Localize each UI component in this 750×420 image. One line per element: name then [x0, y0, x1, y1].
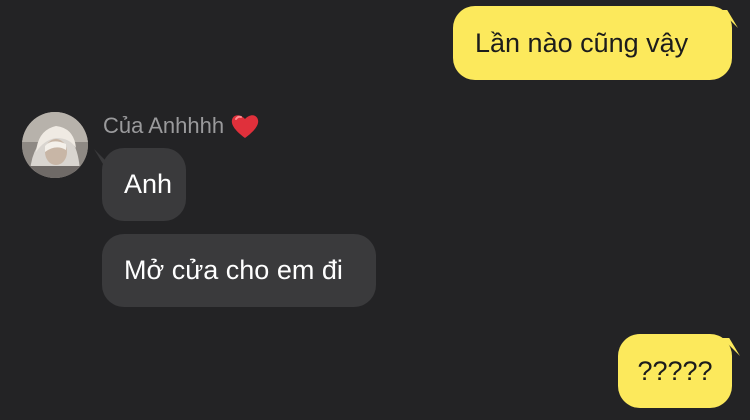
- message-text: Lần nào cũng vậy: [475, 27, 689, 58]
- sender-name: Của Anhhhh: [103, 113, 225, 138]
- message-text: Mở cửa cho em đi: [124, 255, 343, 285]
- sender-header: Của Anhhhh: [103, 113, 260, 139]
- outgoing-message-bubble[interactable]: ?????: [618, 334, 732, 408]
- message-text: ?????: [637, 355, 713, 386]
- red-heart-icon: [230, 112, 260, 140]
- message-text: Anh: [124, 169, 173, 199]
- incoming-message-bubble[interactable]: Anh: [102, 148, 186, 221]
- outgoing-message-bubble[interactable]: Lần nào cũng vậy: [453, 6, 732, 80]
- incoming-message-bubble[interactable]: Mở cửa cho em đi: [102, 234, 376, 307]
- avatar[interactable]: [22, 112, 88, 178]
- profile-avatar-image: [22, 112, 88, 178]
